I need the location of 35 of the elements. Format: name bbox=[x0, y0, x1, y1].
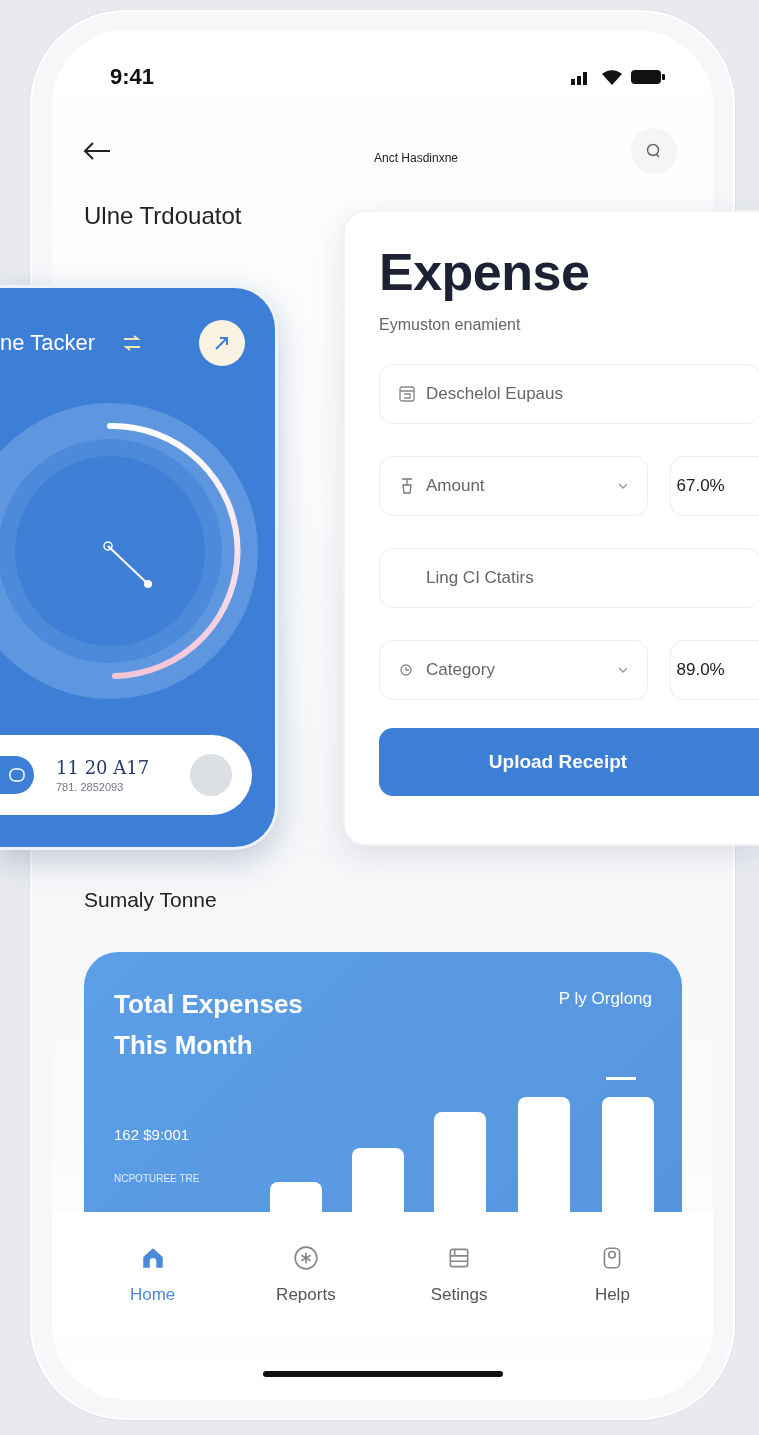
section-title: Sumaly Tonne bbox=[84, 888, 218, 912]
input-field[interactable]: Deschelol Eupaus bbox=[379, 364, 759, 424]
summary-link[interactable]: P ly Orglong bbox=[558, 989, 652, 1009]
back-arrow-icon[interactable] bbox=[82, 141, 112, 161]
tracker-title: ne Tacker bbox=[0, 330, 95, 356]
upload-receipt-button[interactable]: Upload Receipt bbox=[379, 728, 759, 796]
percent-value: 89.0% bbox=[669, 640, 759, 700]
percent-value: 67.0% bbox=[669, 456, 759, 516]
summary-title: Total Expenses This Month bbox=[114, 988, 304, 1062]
dash-mark bbox=[606, 1077, 636, 1080]
swap-arrows-icon[interactable] bbox=[123, 335, 141, 351]
card-subtitle: Eymuston enamient bbox=[379, 316, 522, 334]
tab-item[interactable]: Reports bbox=[255, 1244, 356, 1305]
summary-caption: NCPOTUREE TRE bbox=[114, 1173, 201, 1184]
summary-amount: 162 $9:001 bbox=[114, 1126, 191, 1143]
input-field[interactable]: Ling CI Ctatirs bbox=[379, 548, 759, 608]
tab-item[interactable]: Setings bbox=[409, 1244, 510, 1305]
chevron-down-icon bbox=[616, 666, 629, 674]
wifi-icon bbox=[601, 68, 623, 86]
search-button[interactable] bbox=[631, 128, 677, 174]
tab-item[interactable]: Home bbox=[102, 1244, 203, 1305]
page-title: Ulne Trdouatot bbox=[84, 202, 243, 230]
action-button[interactable] bbox=[199, 320, 245, 366]
card-title: Expense bbox=[379, 242, 591, 302]
dropdown-field[interactable]: Category bbox=[379, 640, 648, 700]
chat-icon bbox=[9, 768, 25, 782]
entry-value: 11 20 A17 bbox=[56, 757, 150, 778]
chevron-down-icon bbox=[616, 482, 629, 490]
circle-asterisk-icon bbox=[292, 1244, 319, 1271]
tab-item[interactable]: Help bbox=[562, 1244, 663, 1305]
header-label: Anct Hasdinxne bbox=[374, 151, 459, 165]
battery-icon bbox=[631, 69, 665, 85]
status-time: 9:41 bbox=[110, 64, 155, 90]
dropdown-field[interactable]: Amount bbox=[379, 456, 648, 516]
entry-detail: 781. 2852093 bbox=[56, 781, 125, 793]
